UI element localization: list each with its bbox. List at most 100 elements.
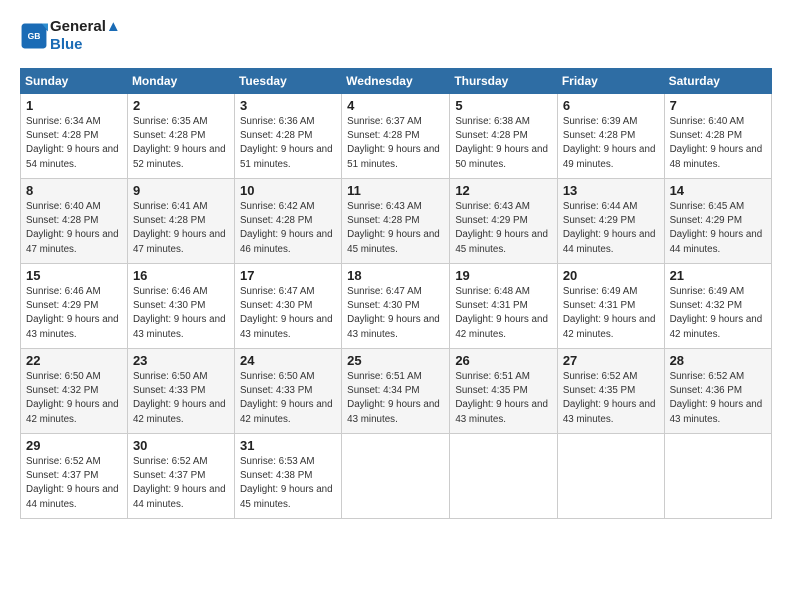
day-info: Sunrise: 6:44 AM Sunset: 4:29 PM Dayligh… (563, 200, 659, 257)
calendar-cell: 8 Sunrise: 6:40 AM Sunset: 4:28 PM Dayli… (21, 179, 128, 264)
calendar-cell (664, 434, 771, 519)
day-number: 4 (347, 98, 444, 113)
calendar-cell: 26 Sunrise: 6:51 AM Sunset: 4:35 PM Dayl… (450, 349, 558, 434)
weekday-header-sunday: Sunday (21, 69, 128, 94)
weekday-header-row: SundayMondayTuesdayWednesdayThursdayFrid… (21, 69, 772, 94)
weekday-header-friday: Friday (557, 69, 664, 94)
weekday-header-tuesday: Tuesday (234, 69, 341, 94)
calendar-cell: 30 Sunrise: 6:52 AM Sunset: 4:37 PM Dayl… (127, 434, 234, 519)
day-number: 27 (563, 353, 659, 368)
calendar-week-4: 22 Sunrise: 6:50 AM Sunset: 4:32 PM Dayl… (21, 349, 772, 434)
day-number: 21 (670, 268, 766, 283)
calendar-cell: 7 Sunrise: 6:40 AM Sunset: 4:28 PM Dayli… (664, 94, 771, 179)
calendar-cell: 23 Sunrise: 6:50 AM Sunset: 4:33 PM Dayl… (127, 349, 234, 434)
day-number: 22 (26, 353, 122, 368)
day-info: Sunrise: 6:43 AM Sunset: 4:28 PM Dayligh… (347, 200, 444, 257)
weekday-header-saturday: Saturday (664, 69, 771, 94)
day-info: Sunrise: 6:50 AM Sunset: 4:33 PM Dayligh… (240, 370, 336, 427)
calendar-cell (342, 434, 450, 519)
day-number: 28 (670, 353, 766, 368)
day-info: Sunrise: 6:50 AM Sunset: 4:32 PM Dayligh… (26, 370, 122, 427)
calendar-cell: 17 Sunrise: 6:47 AM Sunset: 4:30 PM Dayl… (234, 264, 341, 349)
day-info: Sunrise: 6:35 AM Sunset: 4:28 PM Dayligh… (133, 115, 229, 172)
svg-text:GB: GB (28, 31, 41, 41)
day-info: Sunrise: 6:43 AM Sunset: 4:29 PM Dayligh… (455, 200, 552, 257)
day-number: 1 (26, 98, 122, 113)
day-number: 15 (26, 268, 122, 283)
day-info: Sunrise: 6:39 AM Sunset: 4:28 PM Dayligh… (563, 115, 659, 172)
day-number: 8 (26, 183, 122, 198)
day-info: Sunrise: 6:50 AM Sunset: 4:33 PM Dayligh… (133, 370, 229, 427)
day-number: 14 (670, 183, 766, 198)
day-info: Sunrise: 6:37 AM Sunset: 4:28 PM Dayligh… (347, 115, 444, 172)
day-number: 6 (563, 98, 659, 113)
day-number: 23 (133, 353, 229, 368)
day-info: Sunrise: 6:51 AM Sunset: 4:35 PM Dayligh… (455, 370, 552, 427)
calendar-cell: 10 Sunrise: 6:42 AM Sunset: 4:28 PM Dayl… (234, 179, 341, 264)
weekday-header-monday: Monday (127, 69, 234, 94)
day-number: 12 (455, 183, 552, 198)
calendar-week-5: 29 Sunrise: 6:52 AM Sunset: 4:37 PM Dayl… (21, 434, 772, 519)
day-number: 18 (347, 268, 444, 283)
day-info: Sunrise: 6:40 AM Sunset: 4:28 PM Dayligh… (670, 115, 766, 172)
day-number: 5 (455, 98, 552, 113)
calendar-cell (450, 434, 558, 519)
day-info: Sunrise: 6:38 AM Sunset: 4:28 PM Dayligh… (455, 115, 552, 172)
day-number: 30 (133, 438, 229, 453)
calendar-cell: 6 Sunrise: 6:39 AM Sunset: 4:28 PM Dayli… (557, 94, 664, 179)
day-info: Sunrise: 6:51 AM Sunset: 4:34 PM Dayligh… (347, 370, 444, 427)
day-info: Sunrise: 6:46 AM Sunset: 4:29 PM Dayligh… (26, 285, 122, 342)
calendar-cell: 16 Sunrise: 6:46 AM Sunset: 4:30 PM Dayl… (127, 264, 234, 349)
calendar-cell: 28 Sunrise: 6:52 AM Sunset: 4:36 PM Dayl… (664, 349, 771, 434)
logo: GB General▲ Blue (20, 18, 121, 54)
day-info: Sunrise: 6:42 AM Sunset: 4:28 PM Dayligh… (240, 200, 336, 257)
day-number: 29 (26, 438, 122, 453)
calendar-cell (557, 434, 664, 519)
day-info: Sunrise: 6:52 AM Sunset: 4:35 PM Dayligh… (563, 370, 659, 427)
weekday-header-wednesday: Wednesday (342, 69, 450, 94)
weekday-header-thursday: Thursday (450, 69, 558, 94)
calendar-cell: 15 Sunrise: 6:46 AM Sunset: 4:29 PM Dayl… (21, 264, 128, 349)
day-info: Sunrise: 6:40 AM Sunset: 4:28 PM Dayligh… (26, 200, 122, 257)
calendar-cell: 18 Sunrise: 6:47 AM Sunset: 4:30 PM Dayl… (342, 264, 450, 349)
calendar-cell: 1 Sunrise: 6:34 AM Sunset: 4:28 PM Dayli… (21, 94, 128, 179)
day-info: Sunrise: 6:52 AM Sunset: 4:36 PM Dayligh… (670, 370, 766, 427)
day-number: 16 (133, 268, 229, 283)
day-info: Sunrise: 6:53 AM Sunset: 4:38 PM Dayligh… (240, 455, 336, 512)
day-number: 13 (563, 183, 659, 198)
calendar-cell: 9 Sunrise: 6:41 AM Sunset: 4:28 PM Dayli… (127, 179, 234, 264)
day-info: Sunrise: 6:47 AM Sunset: 4:30 PM Dayligh… (240, 285, 336, 342)
day-number: 2 (133, 98, 229, 113)
page-container: GB General▲ Blue SundayMondayTuesdayWedn… (0, 0, 792, 531)
calendar-cell: 20 Sunrise: 6:49 AM Sunset: 4:31 PM Dayl… (557, 264, 664, 349)
day-number: 26 (455, 353, 552, 368)
calendar-cell: 19 Sunrise: 6:48 AM Sunset: 4:31 PM Dayl… (450, 264, 558, 349)
day-number: 19 (455, 268, 552, 283)
calendar-week-1: 1 Sunrise: 6:34 AM Sunset: 4:28 PM Dayli… (21, 94, 772, 179)
calendar-cell: 13 Sunrise: 6:44 AM Sunset: 4:29 PM Dayl… (557, 179, 664, 264)
logo-icon: GB (20, 22, 48, 50)
day-info: Sunrise: 6:52 AM Sunset: 4:37 PM Dayligh… (133, 455, 229, 512)
day-number: 24 (240, 353, 336, 368)
day-info: Sunrise: 6:41 AM Sunset: 4:28 PM Dayligh… (133, 200, 229, 257)
calendar-cell: 11 Sunrise: 6:43 AM Sunset: 4:28 PM Dayl… (342, 179, 450, 264)
calendar-cell: 29 Sunrise: 6:52 AM Sunset: 4:37 PM Dayl… (21, 434, 128, 519)
calendar-cell: 24 Sunrise: 6:50 AM Sunset: 4:33 PM Dayl… (234, 349, 341, 434)
day-info: Sunrise: 6:49 AM Sunset: 4:31 PM Dayligh… (563, 285, 659, 342)
day-info: Sunrise: 6:48 AM Sunset: 4:31 PM Dayligh… (455, 285, 552, 342)
calendar-cell: 5 Sunrise: 6:38 AM Sunset: 4:28 PM Dayli… (450, 94, 558, 179)
calendar-week-2: 8 Sunrise: 6:40 AM Sunset: 4:28 PM Dayli… (21, 179, 772, 264)
calendar-cell: 22 Sunrise: 6:50 AM Sunset: 4:32 PM Dayl… (21, 349, 128, 434)
day-info: Sunrise: 6:49 AM Sunset: 4:32 PM Dayligh… (670, 285, 766, 342)
day-number: 31 (240, 438, 336, 453)
calendar-cell: 12 Sunrise: 6:43 AM Sunset: 4:29 PM Dayl… (450, 179, 558, 264)
day-info: Sunrise: 6:46 AM Sunset: 4:30 PM Dayligh… (133, 285, 229, 342)
day-number: 25 (347, 353, 444, 368)
day-number: 9 (133, 183, 229, 198)
day-info: Sunrise: 6:47 AM Sunset: 4:30 PM Dayligh… (347, 285, 444, 342)
day-number: 11 (347, 183, 444, 198)
day-info: Sunrise: 6:36 AM Sunset: 4:28 PM Dayligh… (240, 115, 336, 172)
calendar-cell: 4 Sunrise: 6:37 AM Sunset: 4:28 PM Dayli… (342, 94, 450, 179)
calendar-cell: 2 Sunrise: 6:35 AM Sunset: 4:28 PM Dayli… (127, 94, 234, 179)
page-header: GB General▲ Blue (20, 18, 772, 54)
